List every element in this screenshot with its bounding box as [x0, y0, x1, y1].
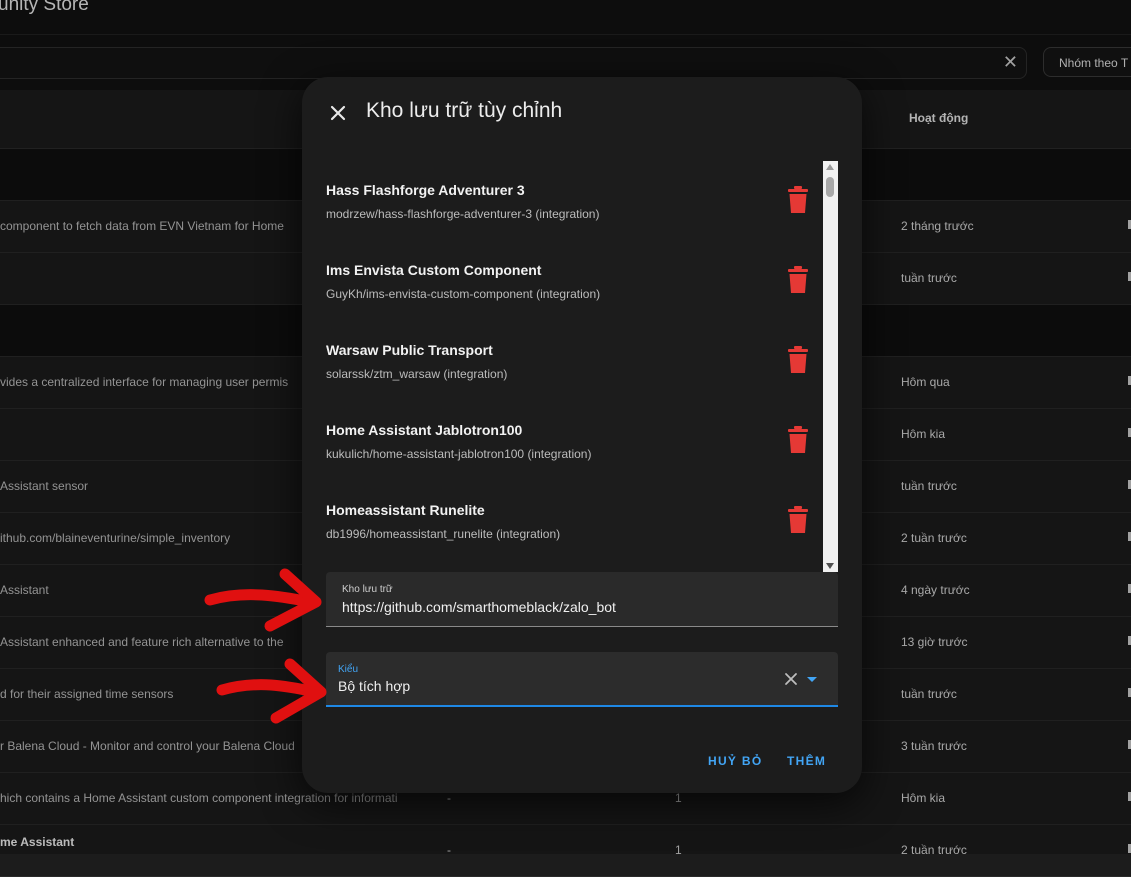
repository-name: Hass Flashforge Adventurer 3 — [326, 182, 525, 198]
annotation-arrow-icon — [216, 658, 327, 724]
type-select-value[interactable]: Bộ tích hợp — [338, 678, 410, 694]
repository-path: modrzew/hass-flashforge-adventurer-3 (in… — [326, 207, 600, 221]
dropdown-arrow-icon[interactable] — [807, 677, 817, 682]
repository-field-value[interactable]: https://github.com/smarthomeblack/zalo_b… — [342, 599, 616, 615]
list-scrollbar[interactable] — [823, 161, 838, 572]
scroll-thumb[interactable] — [826, 177, 834, 197]
dialog-title: Kho lưu trữ tùy chỉnh — [366, 99, 563, 122]
repository-path: GuyKh/ims-envista-custom-component (inte… — [326, 287, 601, 301]
type-select[interactable]: Kiểu Bộ tích hợp — [326, 652, 838, 707]
repository-list: Hass Flashforge Adventurer 3 modrzew/hass… — [302, 161, 838, 571]
repository-list-item[interactable]: Home Assistant Jablotron100 kukulich/home… — [326, 401, 826, 481]
repository-list-item[interactable]: Hass Flashforge Adventurer 3 modrzew/hass… — [326, 161, 826, 241]
repository-name: Warsaw Public Transport — [326, 342, 493, 358]
repository-name: Homeassistant Runelite — [326, 502, 485, 518]
delete-icon[interactable] — [786, 346, 810, 374]
delete-icon[interactable] — [786, 506, 810, 534]
close-icon[interactable] — [326, 101, 350, 125]
repository-name: Ims Envista Custom Component — [326, 262, 542, 278]
repository-path: solarssk/ztm_warsaw (integration) — [326, 367, 508, 381]
add-button[interactable]: THÊM — [787, 754, 826, 768]
repository-path: db1996/homeassistant_runelite (integrati… — [326, 527, 561, 541]
repository-list-item[interactable]: Homeassistant Runelite db1996/homeassista… — [326, 481, 826, 561]
delete-icon[interactable] — [786, 186, 810, 214]
delete-icon[interactable] — [786, 426, 810, 454]
delete-icon[interactable] — [786, 266, 810, 294]
repository-list-item[interactable]: Warsaw Public Transport solarssk/ztm_wars… — [326, 321, 826, 401]
annotation-arrow-icon — [204, 568, 322, 632]
type-select-label: Kiểu — [338, 664, 359, 675]
repository-path: kukulich/home-assistant-jablotron100 (in… — [326, 447, 592, 461]
repository-name: Home Assistant Jablotron100 — [326, 422, 523, 438]
repository-list-item[interactable]: Ims Envista Custom Component GuyKh/ims-en… — [326, 241, 826, 321]
custom-repositories-dialog: Kho lưu trữ tùy chỉnh Hass Flashforge Ad… — [302, 77, 862, 793]
repository-field[interactable]: Kho lưu trữ https://github.com/smarthome… — [326, 572, 838, 627]
scroll-up-arrow-icon[interactable] — [826, 164, 834, 170]
scroll-down-arrow-icon[interactable] — [826, 563, 834, 569]
clear-selection-icon[interactable] — [782, 670, 800, 688]
repository-field-label: Kho lưu trữ — [342, 584, 393, 595]
cancel-button[interactable]: HUỶ BỎ — [708, 754, 762, 768]
